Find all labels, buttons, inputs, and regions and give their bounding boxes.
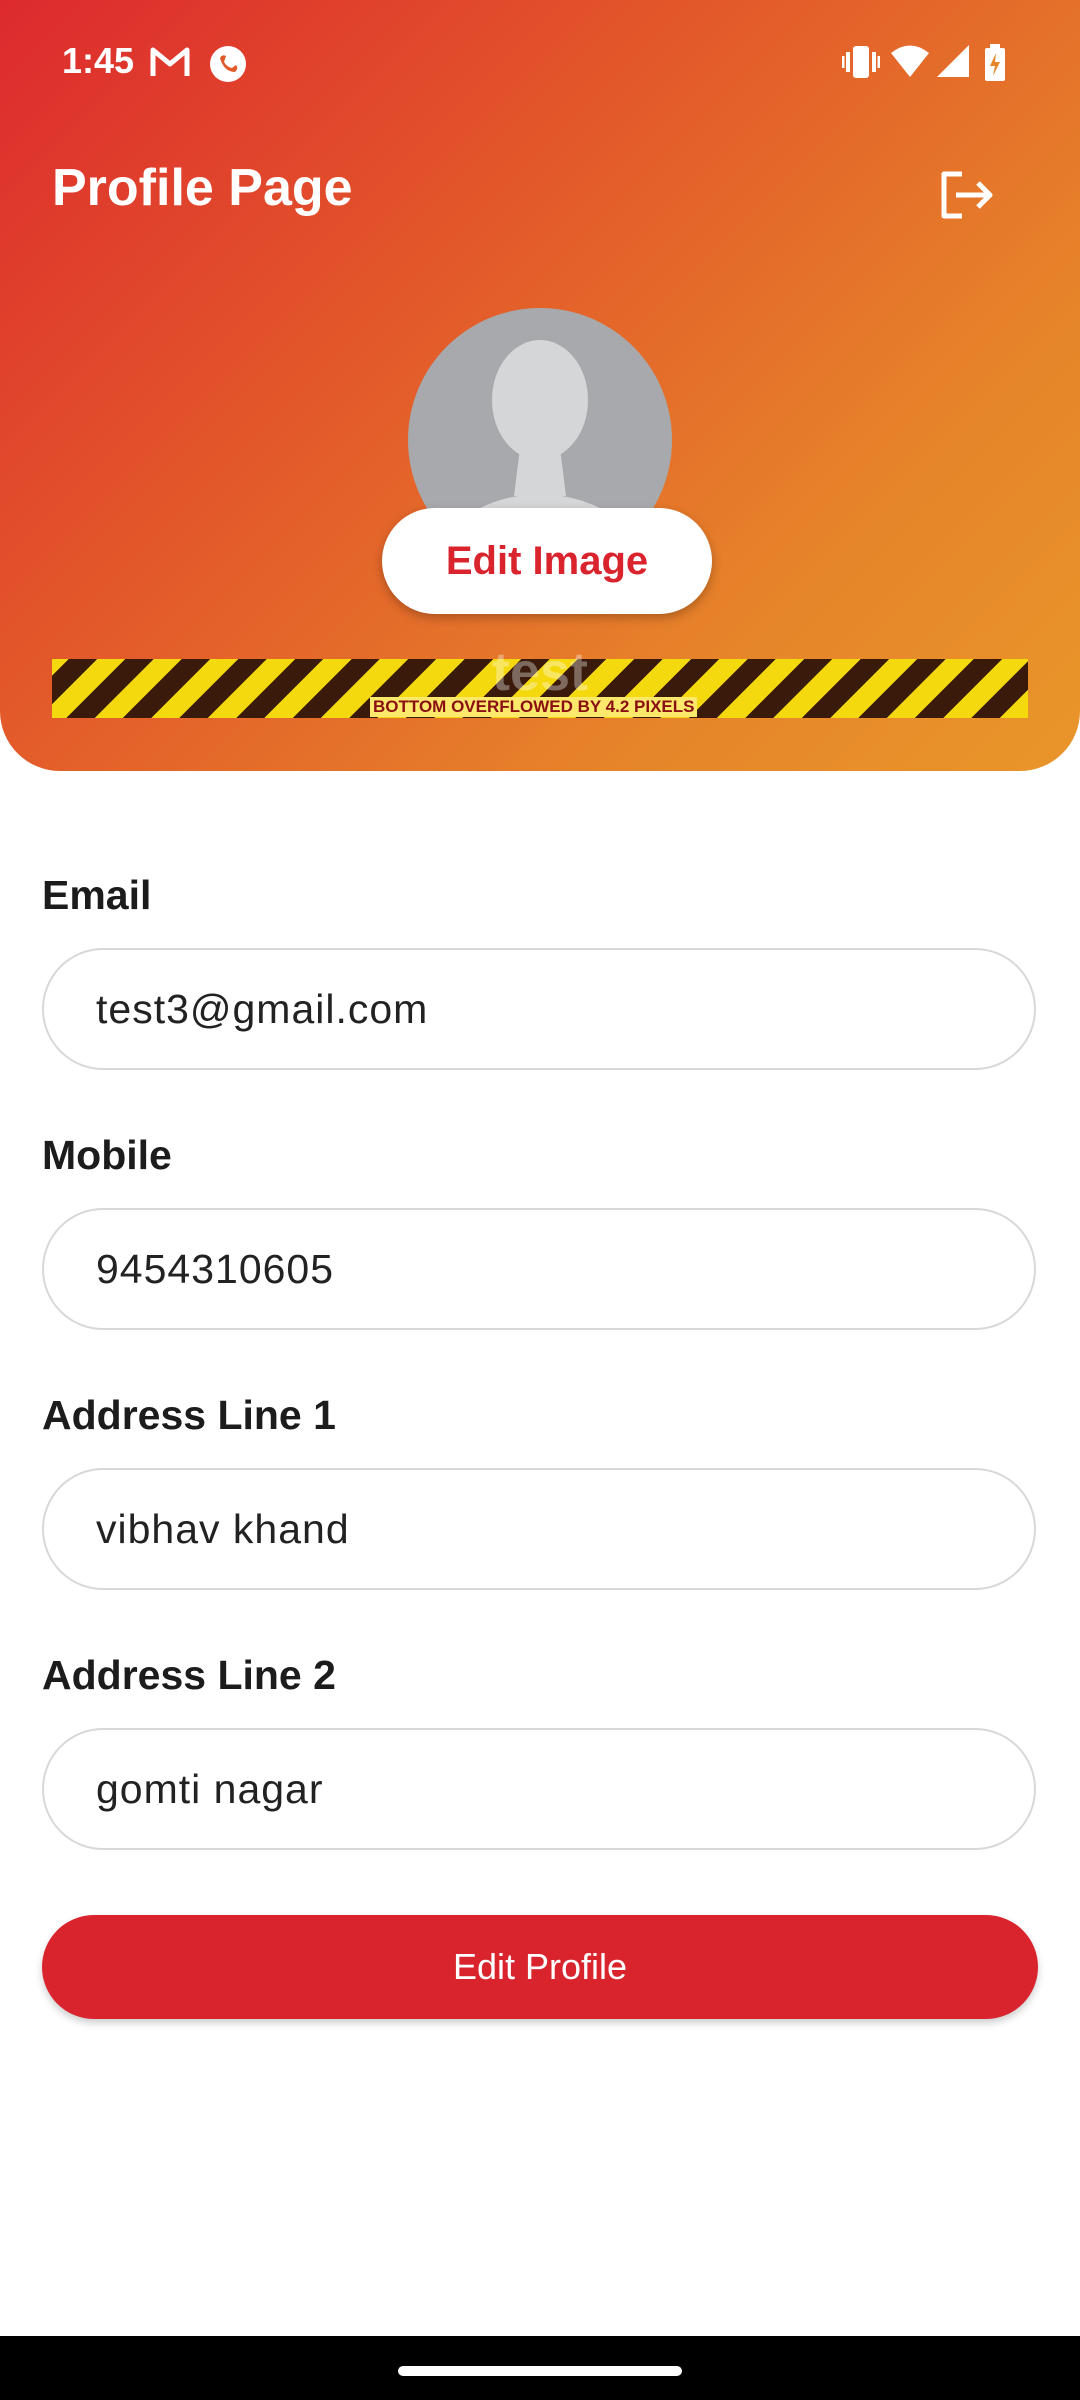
logout-icon[interactable]	[930, 160, 1000, 230]
cellular-icon	[937, 45, 969, 77]
status-time: 1:45	[62, 40, 135, 81]
email-label: Email	[42, 872, 152, 918]
email-field[interactable]: test3@gmail.com	[42, 948, 1036, 1070]
address-line-2-field[interactable]: gomti nagar	[42, 1728, 1036, 1850]
page-title: Profile Page	[52, 159, 353, 217]
username: test	[491, 642, 589, 702]
address-line-2-label: Address Line 2	[42, 1652, 336, 1698]
overflow-warning-text: BOTTOM OVERFLOWED BY 4.2 PIXELS	[370, 697, 698, 717]
home-gesture-handle[interactable]	[398, 2366, 682, 2376]
mobile-label: Mobile	[42, 1132, 172, 1178]
app-notification-icon	[210, 46, 246, 82]
wifi-icon	[891, 45, 929, 77]
address-line-1-field[interactable]: vibhav khand	[42, 1468, 1036, 1590]
profile-header: 1:45 Profile Page Edit Image test BOTTOM…	[0, 0, 1080, 771]
overflow-warning-bar: test BOTTOM OVERFLOWED BY 4.2 PIXELS	[52, 642, 1028, 718]
edit-profile-button[interactable]: Edit Profile	[42, 1915, 1038, 2019]
edit-image-button[interactable]: Edit Image	[382, 508, 712, 614]
battery-charging-icon	[985, 44, 1005, 81]
address-line-1-label: Address Line 1	[42, 1392, 336, 1438]
gmail-icon	[150, 47, 190, 76]
vibrate-icon	[842, 46, 880, 78]
status-bar: 1:45	[0, 0, 1080, 126]
mobile-field[interactable]: 9454310605	[42, 1208, 1036, 1330]
